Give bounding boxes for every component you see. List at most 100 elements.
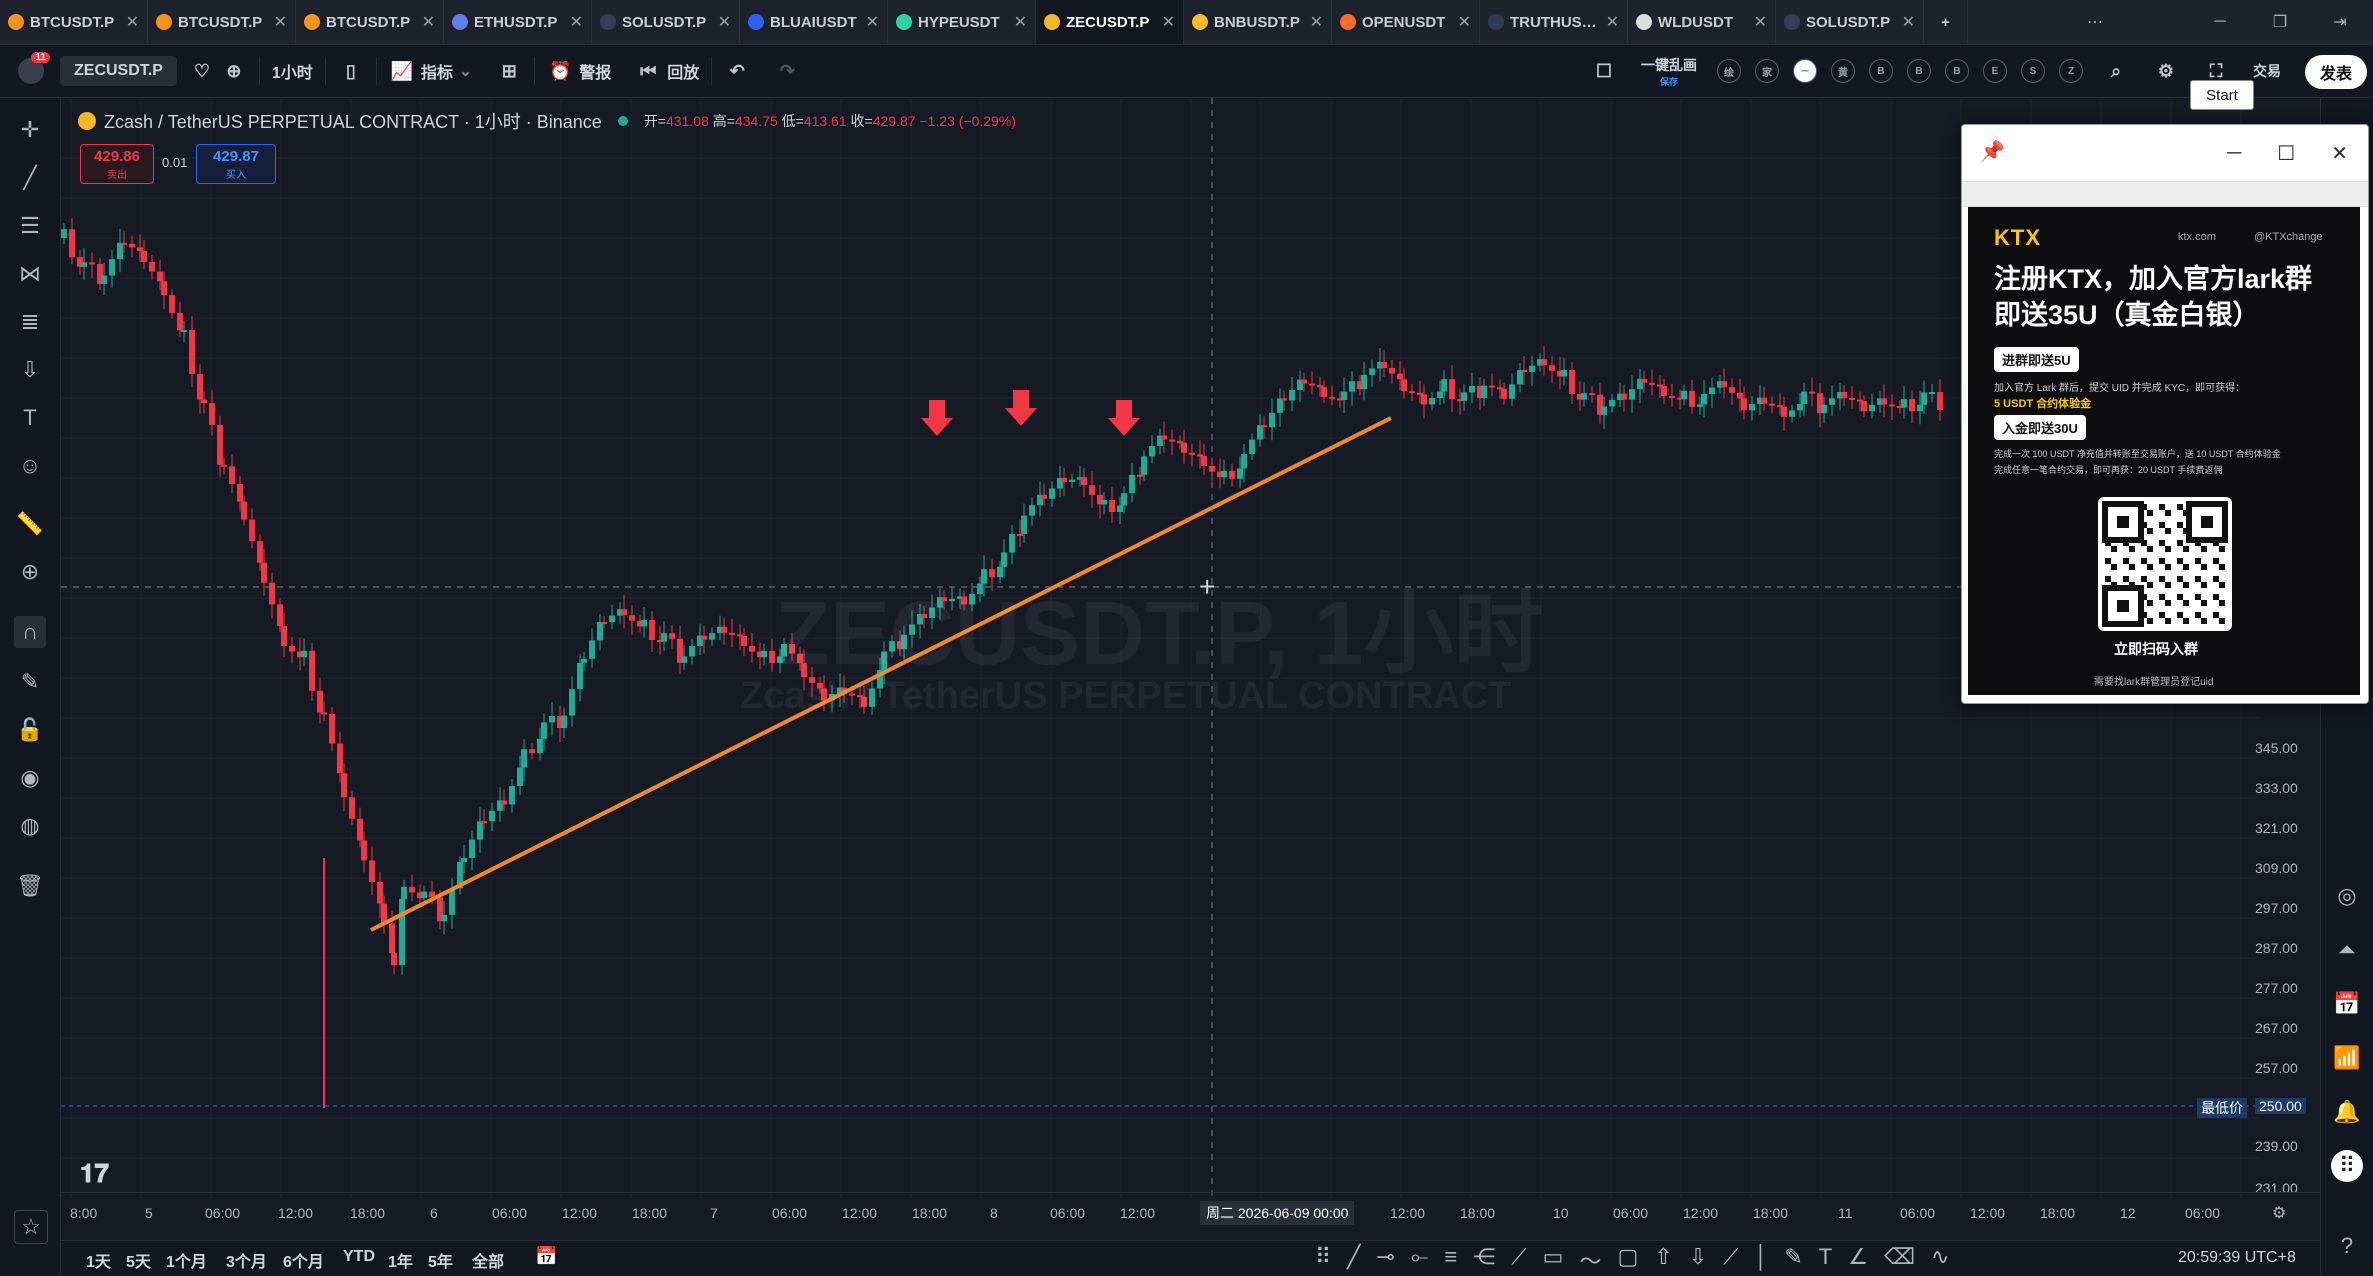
- tool-circle-icon[interactable]: 黄: [1831, 59, 1855, 83]
- ruler-icon[interactable]: 📏: [14, 508, 46, 540]
- minimize-icon[interactable]: ─: [2195, 0, 2245, 44]
- tab-bnbusdt-p[interactable]: BNBUSDT.P ✕: [1184, 0, 1332, 44]
- undo-icon[interactable]: ↶: [712, 45, 762, 97]
- tab-close-icon[interactable]: ✕: [274, 12, 287, 32]
- pen-tool-icon[interactable]: ✎: [1784, 1244, 1802, 1276]
- axis-settings-icon[interactable]: ⚙: [2272, 1203, 2286, 1223]
- tab-close-icon[interactable]: ✕: [1014, 12, 1027, 32]
- layout-icon[interactable]: ⊞: [484, 45, 534, 97]
- tab-bluaiusdt[interactable]: BLUAIUSDT ✕: [740, 0, 888, 44]
- arrow-down-tool-icon[interactable]: ⇩: [1689, 1244, 1707, 1276]
- tab-openusdt[interactable]: OPENUSDT ✕: [1332, 0, 1480, 44]
- text-icon[interactable]: T: [14, 402, 46, 434]
- search-icon[interactable]: ⌕: [2091, 45, 2141, 97]
- chart-up-icon[interactable]: ⏶: [2331, 934, 2363, 966]
- tab-solusdt-p[interactable]: SOLUSDT.P ✕: [1776, 0, 1924, 44]
- checkbox-icon[interactable]: ☐: [1579, 45, 1629, 97]
- help-icon[interactable]: ?: [2331, 1230, 2363, 1262]
- tab-wldusdt[interactable]: WLDUSDT ✕: [1628, 0, 1776, 44]
- symbol-title[interactable]: Zcash / TetherUS PERPETUAL CONTRACT · 1小…: [104, 108, 602, 134]
- add-symbol-icon[interactable]: ⊕: [221, 58, 247, 84]
- brush-tool-icon[interactable]: ⟋: [1511, 1244, 1526, 1276]
- date-range-icon[interactable]: 📅: [535, 1246, 557, 1267]
- period-button[interactable]: 1天: [86, 1248, 111, 1272]
- tab-close-icon[interactable]: ✕: [1458, 12, 1471, 32]
- tab-close-icon[interactable]: ✕: [1162, 12, 1175, 32]
- settings-icon[interactable]: ⚙: [2141, 45, 2191, 97]
- hline-tool-icon[interactable]: ⟜: [1411, 1244, 1429, 1276]
- apps-icon[interactable]: ⠿: [2331, 1150, 2363, 1182]
- clock[interactable]: 20:59:39 UTC+8: [2178, 1249, 2296, 1267]
- tab-close-icon[interactable]: ✕: [718, 12, 731, 32]
- start-button[interactable]: Start: [2190, 80, 2254, 110]
- tab-close-icon[interactable]: ✕: [1310, 12, 1323, 32]
- line-tool-icon[interactable]: ╱: [1347, 1244, 1360, 1276]
- target-icon[interactable]: ◎: [2331, 880, 2363, 912]
- tab-zecusdt-p[interactable]: ZECUSDT.P ✕: [1036, 0, 1184, 44]
- ktx-ad[interactable]: KTX ktx.com @KTXchange 注册KTX，加入官方lark群 即…: [1968, 207, 2360, 695]
- path-tool-icon[interactable]: 〜: [1579, 1244, 1601, 1276]
- callout-tool-icon[interactable]: ▭: [1543, 1244, 1564, 1276]
- fork-tool-icon[interactable]: ⋲: [1473, 1244, 1495, 1276]
- globe-icon[interactable]: ◍: [14, 810, 46, 842]
- redo-icon[interactable]: ↷: [762, 45, 812, 97]
- replay-button[interactable]: ⏮ 回放: [623, 45, 711, 97]
- calendar-icon[interactable]: 📅: [2331, 988, 2363, 1020]
- interval-button[interactable]: 1小时: [260, 45, 325, 97]
- tool-circle-icon[interactable]: 家: [1755, 59, 1779, 83]
- maximize-icon[interactable]: ❐: [2255, 0, 2305, 44]
- tab-close-icon[interactable]: ✕: [570, 12, 583, 32]
- indicators-button[interactable]: 📈 指标 ⌄: [377, 45, 484, 97]
- period-button[interactable]: 1个月: [166, 1248, 207, 1272]
- favorite-icon[interactable]: ♡ ⊕: [177, 45, 259, 97]
- lock-icon[interactable]: 🔓: [14, 714, 46, 746]
- trendline-icon[interactable]: ╱: [14, 162, 46, 194]
- period-button[interactable]: 6个月: [283, 1248, 324, 1272]
- pin-icon[interactable]: 📌: [1980, 139, 2005, 164]
- emoji-icon[interactable]: ☺: [14, 450, 46, 482]
- period-button[interactable]: 5天: [126, 1248, 151, 1272]
- tab-btcusdt-p[interactable]: BTCUSDT.P ✕: [148, 0, 296, 44]
- tool-circle-icon[interactable]: 绘: [1717, 59, 1741, 83]
- tool-circle-icon[interactable]: S: [2021, 59, 2045, 83]
- wave-tool-icon[interactable]: ∿: [1931, 1244, 1949, 1276]
- draw-tool-buttons[interactable]: 绘 家 ─ 黄 B B B E S Z: [1709, 45, 2091, 97]
- popup-minimize-icon[interactable]: ─: [2227, 142, 2241, 165]
- tool-circle-icon[interactable]: ─: [1793, 59, 1817, 83]
- tab-close-icon[interactable]: ✕: [1606, 12, 1619, 32]
- tool-circle-icon[interactable]: B: [1945, 59, 1969, 83]
- crosshair-icon[interactable]: ✛: [14, 114, 46, 146]
- bell-icon[interactable]: 🔔: [2331, 1096, 2363, 1128]
- tab-btcusdt-p[interactable]: BTCUSDT.P ✕: [0, 0, 148, 44]
- text-tool-icon[interactable]: T: [1819, 1244, 1832, 1276]
- tab-hypeusdt[interactable]: HYPEUSDT ✕: [888, 0, 1036, 44]
- pencil-lock-icon[interactable]: ✎: [14, 666, 46, 698]
- new-tab-icon[interactable]: +: [1924, 0, 1968, 44]
- user-avatar[interactable]: 11: [0, 45, 56, 97]
- popup-close-icon[interactable]: ✕: [2331, 141, 2348, 166]
- tab-close-icon[interactable]: ✕: [126, 12, 139, 32]
- tab-close-icon[interactable]: ✕: [422, 12, 435, 32]
- vline-tool-icon[interactable]: │: [1755, 1244, 1769, 1276]
- period-button[interactable]: 5年: [428, 1248, 453, 1272]
- fib-icon[interactable]: ≣: [14, 306, 46, 338]
- tool-circle-icon[interactable]: B: [1907, 59, 1931, 83]
- chart-type-icon[interactable]: ▯: [326, 45, 376, 97]
- eraser-tool-icon[interactable]: ⌫: [1884, 1244, 1915, 1276]
- tab-truthusdt[interactable]: TRUTHUSDT ✕: [1480, 0, 1628, 44]
- tab-solusdt-p[interactable]: SOLUSDT.P ✕: [592, 0, 740, 44]
- tab-ethusdt-p[interactable]: ETHUSDT.P ✕: [444, 0, 592, 44]
- rect-tool-icon[interactable]: ▢: [1617, 1244, 1638, 1276]
- exit-icon[interactable]: ⇥: [2315, 0, 2365, 44]
- magnet-icon[interactable]: ∩: [14, 616, 46, 648]
- tab-close-icon[interactable]: ✕: [1754, 12, 1767, 32]
- tool-circle-icon[interactable]: B: [1869, 59, 1893, 83]
- tab-btcusdt-p[interactable]: BTCUSDT.P ✕: [296, 0, 444, 44]
- tab-close-icon[interactable]: ✕: [866, 12, 879, 32]
- tool-circle-icon[interactable]: Z: [2059, 59, 2083, 83]
- period-button[interactable]: 3个月: [226, 1248, 267, 1272]
- alerts-button[interactable]: ⏰ 警报: [535, 45, 623, 97]
- buy-button[interactable]: 429.87 买入: [196, 144, 276, 184]
- trash-icon[interactable]: 🗑: [14, 870, 46, 902]
- popup-maximize-icon[interactable]: ☐: [2277, 141, 2295, 166]
